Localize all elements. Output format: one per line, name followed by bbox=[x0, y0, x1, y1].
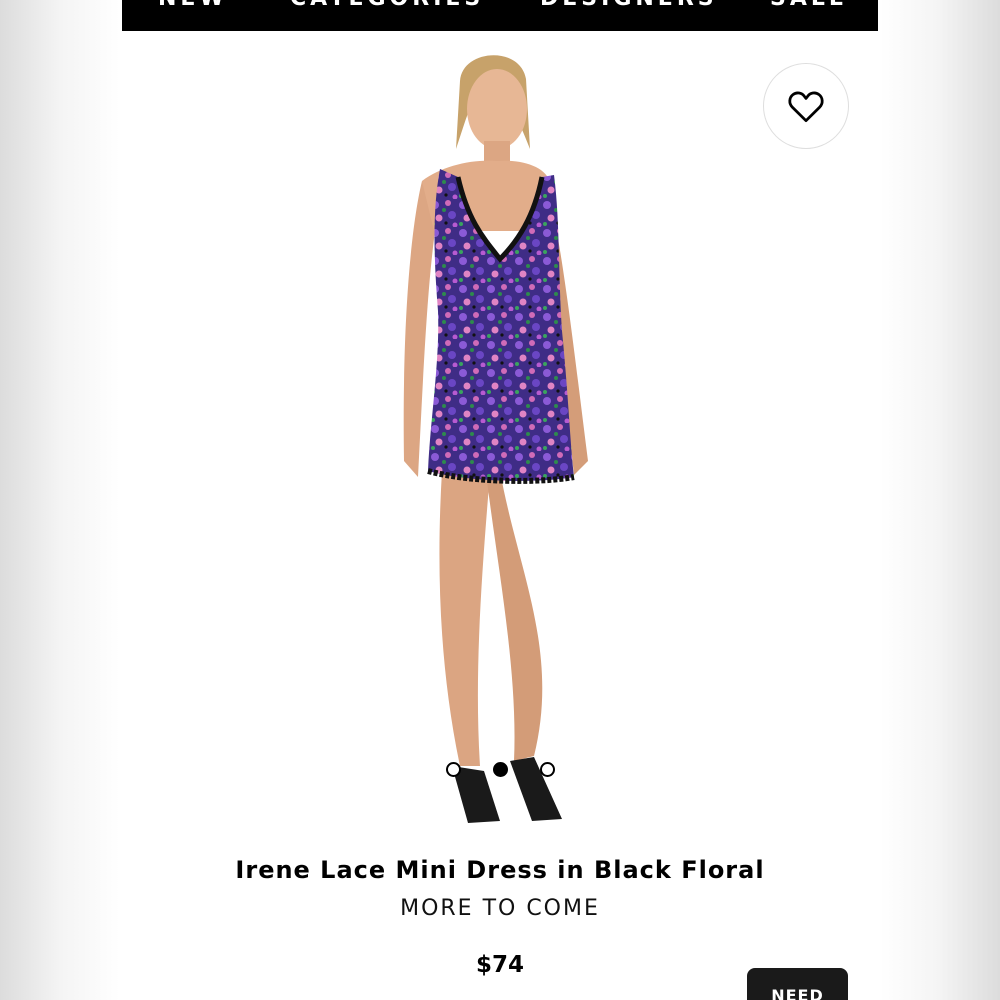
model-face bbox=[467, 69, 527, 149]
carousel-dot-2[interactable] bbox=[493, 762, 508, 777]
nav-item-designers[interactable]: DESIGNERS bbox=[540, 0, 718, 11]
nav-item-new[interactable]: NEW bbox=[158, 0, 228, 11]
carousel-dot-1[interactable] bbox=[446, 762, 461, 777]
nav-item-sale[interactable]: SALE bbox=[770, 0, 848, 11]
nav-item-categories[interactable]: CATEGORIES bbox=[290, 0, 484, 11]
product-image[interactable] bbox=[122, 31, 878, 841]
top-navigation-bar: NEW CATEGORIES DESIGNERS SALE bbox=[122, 0, 878, 31]
product-page: NEW CATEGORIES DESIGNERS SALE bbox=[122, 0, 878, 1000]
carousel-dots bbox=[122, 762, 878, 778]
product-title: Irene Lace Mini Dress in Black Floral bbox=[235, 856, 765, 884]
carousel-dot-3[interactable] bbox=[540, 762, 555, 777]
product-brand-link[interactable]: MORE TO COME bbox=[122, 896, 878, 921]
wishlist-button[interactable] bbox=[763, 63, 849, 149]
model-left-leg bbox=[439, 471, 490, 766]
need-help-button[interactable]: NEED bbox=[747, 968, 848, 1000]
model-right-leg bbox=[486, 471, 543, 761]
heart-icon bbox=[788, 91, 824, 123]
